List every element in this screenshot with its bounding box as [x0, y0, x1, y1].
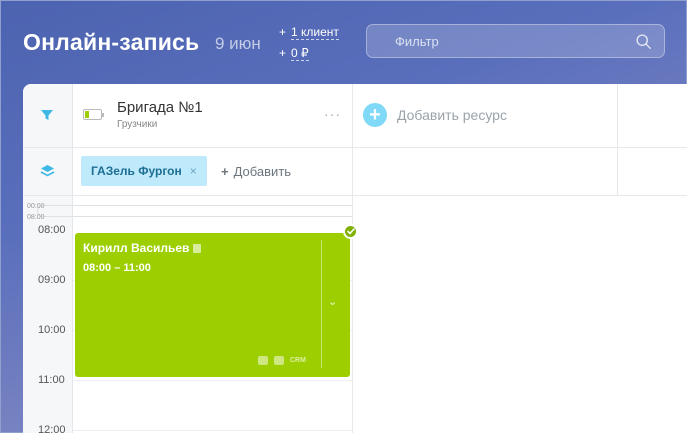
summary-plus: + — [279, 25, 287, 39]
time-label: 12:00 — [38, 424, 66, 433]
plus-icon: + — [221, 164, 229, 179]
resource-header[interactable]: Бригада №1 Грузчики — [83, 99, 203, 130]
add-resource-button[interactable]: + Добавить ресурс — [363, 103, 507, 127]
time-label: 09:00 — [38, 274, 66, 286]
appointment-client: Кирилл Васильев — [83, 241, 202, 255]
plus-circle-icon: + — [363, 103, 387, 127]
appointment-client-name: Кирилл Васильев — [83, 241, 190, 255]
appointment-channel-icons: CRM — [258, 356, 306, 365]
schedule-grid: 00:00 08:00 08:00 09:00 10:00 11:00 12:0… — [23, 196, 687, 433]
resource-name: Бригада №1 — [117, 99, 203, 116]
search-icon[interactable] — [635, 33, 652, 50]
filter-placeholder: Фильтр — [395, 33, 439, 49]
calendar-panel: Бригада №1 Грузчики ··· + Добавить ресур… — [23, 84, 687, 433]
tag-chip[interactable]: ГАЗель Фургон × — [81, 156, 207, 186]
time-label: 11:00 — [38, 374, 65, 386]
collapsed-night-range[interactable] — [37, 205, 352, 217]
time-label: 10:00 — [38, 324, 66, 336]
document-icon — [193, 243, 202, 253]
battery-icon — [83, 109, 104, 120]
crm-label: CRM — [290, 357, 306, 364]
filter-funnel-icon[interactable] — [38, 106, 56, 124]
chevron-down-icon[interactable]: ⌄ — [328, 295, 337, 308]
time-label: 08:00 — [38, 224, 66, 236]
page-title: Онлайн-запись — [23, 29, 200, 55]
close-icon[interactable]: × — [190, 164, 197, 178]
tag-label: ГАЗель Фургон — [91, 164, 182, 178]
resource-subtitle: Грузчики — [117, 119, 158, 130]
phone-icon — [258, 356, 268, 365]
summary-plus: + — [279, 46, 287, 60]
layers-icon[interactable] — [38, 162, 56, 180]
appointment-divider — [321, 240, 322, 368]
filter-input[interactable]: Фильтр — [366, 24, 665, 58]
summary-revenue[interactable]: + 0 ₽ — [279, 43, 339, 64]
hour-gridline — [73, 430, 352, 431]
battery-fill — [85, 111, 89, 118]
add-resource-label: Добавить ресурс — [397, 107, 507, 123]
mini-time-label: 08:00 — [27, 214, 45, 221]
check-icon — [343, 224, 358, 239]
appointment-time: 08:00 – 11:00 — [83, 262, 151, 274]
current-date[interactable]: 9 июн — [215, 34, 261, 54]
header-row-divider — [23, 147, 687, 148]
summary-revenue-value: 0 ₽ — [291, 45, 309, 61]
mini-time-label: 00:00 — [27, 203, 45, 210]
appointment-card[interactable]: Кирилл Васильев 08:00 – 11:00 ⌄ CRM — [75, 233, 350, 377]
chat-icon — [274, 356, 284, 365]
summary-stats: + 1 клиент + 0 ₽ — [279, 22, 339, 64]
summary-clients[interactable]: + 1 клиент — [279, 22, 339, 43]
add-tag-label: Добавить — [233, 164, 292, 179]
hour-gridline — [73, 380, 352, 381]
summary-clients-value: 1 клиент — [291, 24, 339, 40]
resource-menu-icon[interactable]: ··· — [324, 106, 341, 122]
header-column-divider — [617, 84, 618, 196]
add-tag-button[interactable]: + Добавить — [221, 164, 291, 179]
